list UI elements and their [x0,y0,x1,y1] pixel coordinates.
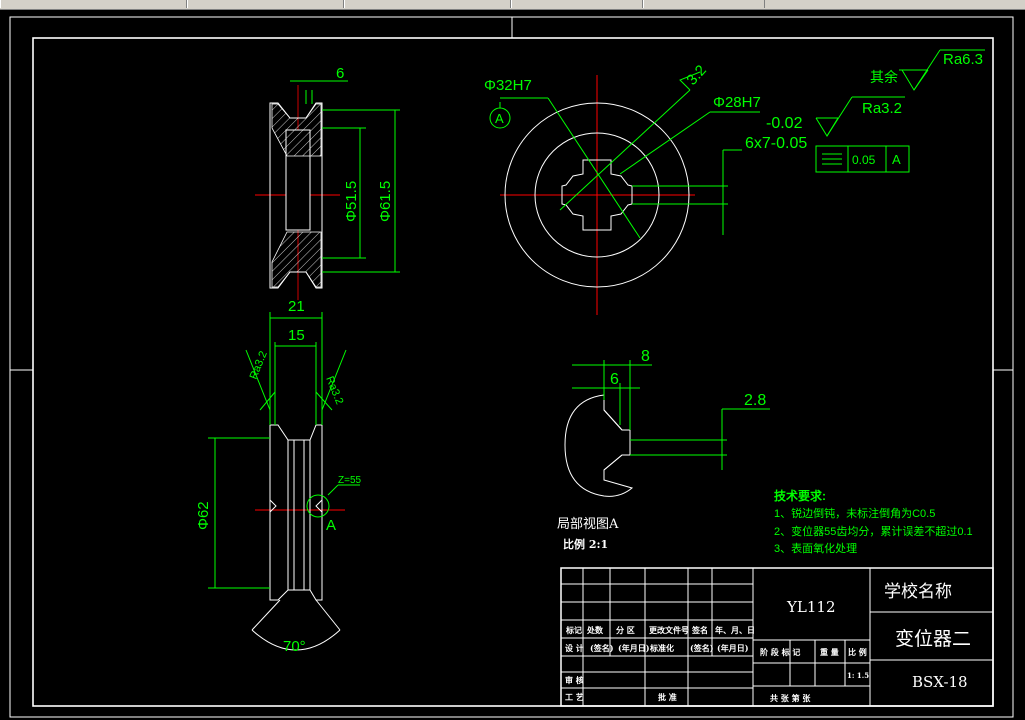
tb-hdr-date: 年、月、日 [715,625,755,635]
tb-stage-mark: 阶 段 标 记 [760,647,800,657]
tb-standard: 标准化 [649,643,674,653]
toolbar-segment[interactable] [511,0,643,8]
toolbar-segment[interactable] [643,0,765,8]
ra-angled-3-2: 3.2 [683,62,710,89]
tolerance-minus: -0.02 [766,115,803,132]
dim-width-21: 21 [288,298,305,315]
gtol-datum: A [892,152,901,167]
tb-standard-sign: (签名) [690,643,714,653]
dim-width-6: 6 [336,65,344,82]
dim-dia-62: Φ62 [195,501,212,530]
tb-hdr-sign: 签名 [691,625,708,635]
tb-standard-date: (年月日) [717,643,749,653]
note-2: 2、变位器55齿均分，累计误差不超过0.1 [774,524,973,538]
circular-end-view: Φ32H7 A 3.2 Φ28H7 -0.02 6x7-0.05 0.05 A … [484,62,910,315]
dim-dia-32h7: Φ32H7 [484,77,532,94]
dim-angle-70: 70° [283,638,306,655]
tb-design: 设 计 [565,643,584,653]
tb-hdr-doc: 更改文件号 [649,625,689,635]
roughness-other: 其余 Ra6.3 [870,49,985,91]
detail-view-scale: 比例 2:1 [563,537,608,551]
tb-design-sign: (签名) [590,643,614,653]
ra-right-side: Ra3.2 [323,375,345,407]
ra-6-3-label: Ra6.3 [943,51,983,68]
tb-hdr-mark: 标记 [565,625,582,635]
drawing-number: BSX-18 [912,673,968,691]
school-name: 学校名称 [884,582,952,602]
drawing-border [9,16,1014,718]
tb-process: 工 艺 [565,692,584,702]
datum-a-circle: A [495,111,504,126]
tb-hdr-zone: 分 区 [616,625,635,635]
dim-width-15: 15 [288,327,305,344]
detail-view-a: 8 6 2.8 局部视图A 比例 2:1 [557,348,770,551]
cad-drawing-canvas[interactable]: 6 Φ51.5 Φ61.5 21 15 Ra3.2 Ra3.2 Φ62 70° … [0,10,1025,720]
gtol-value: 0.05 [852,153,876,167]
tb-design-date: (年月日) [618,643,650,653]
tb-hdr-count: 处数 [586,625,604,635]
label-z-55: Z=55 [338,475,362,486]
detail-dim-8: 8 [641,348,650,365]
dim-dia-28h7: Φ28H7 [713,94,761,111]
detail-view-title: 局部视图A [557,517,619,532]
tb-sheets: 共 张 第 张 [770,693,811,703]
toolbar-segment[interactable] [0,0,187,8]
detail-dim-2-8: 2.8 [744,392,766,409]
drawing-code: YL112 [786,598,836,616]
gear-section-view: 6 Φ51.5 Φ61.5 [255,65,400,300]
dim-dia-51-5: Φ51.5 [343,181,360,222]
tb-review: 审 核 [565,675,584,685]
dim-dia-61-5: Φ61.5 [377,181,394,222]
title-block: 标记 处数 分 区 更改文件号 签名 年、月、日 设 计 (签名) (年月日) … [560,567,994,707]
toolbar-segment[interactable] [187,0,344,8]
ra-3-2-label: Ra3.2 [862,100,902,117]
detail-dim-6: 6 [610,371,619,388]
spline-spec: 6x7-0.05 [745,135,807,152]
tb-approve: 批 准 [658,692,677,702]
note-3: 3、表面氧化处理 [774,541,857,555]
notes-title: 技术要求: [774,488,826,503]
tb-weight: 重 量 [820,647,839,657]
note-1: 1、锐边倒钝，未标注倒角为C0.5 [774,506,935,520]
tb-scale-value: 1: 1.5 [847,671,869,680]
detail-marker-a: A [326,517,336,534]
other-label: 其余 [870,69,898,85]
toolbar-strip [0,0,1025,10]
technical-notes: 技术要求: 1、锐边倒钝，未标注倒角为C0.5 2、变位器55齿均分，累计误差不… [774,488,973,555]
part-name: 变位器二 [895,628,971,650]
ra-left-side: Ra3.2 [248,349,270,381]
toolbar-segment[interactable] [344,0,511,8]
tb-scale: 比 例 [848,647,867,657]
gear-side-view: 21 15 Ra3.2 Ra3.2 Φ62 70° Z=55 A [195,298,362,655]
